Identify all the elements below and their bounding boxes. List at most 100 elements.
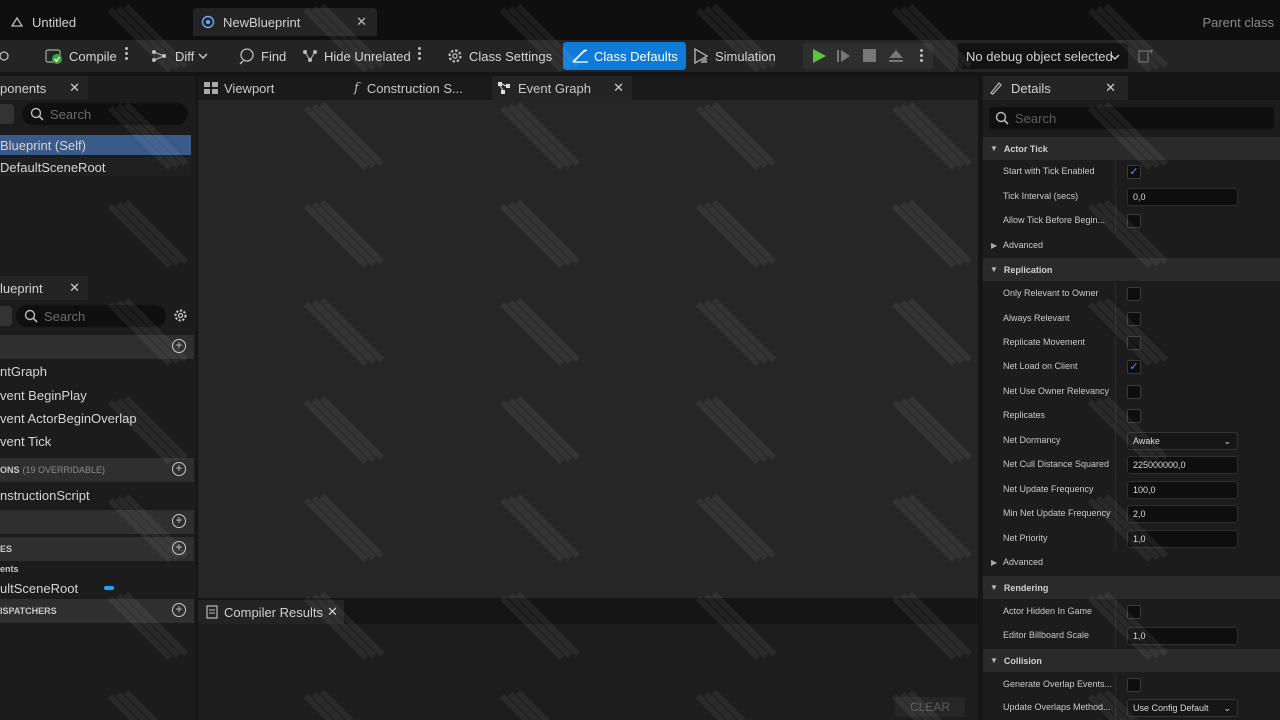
min-net-update-frequency-input[interactable]: 2,0 xyxy=(1127,505,1238,523)
debug-filter-icon[interactable] xyxy=(1138,48,1154,64)
prop-label: Net Load on Client xyxy=(1003,361,1078,371)
stop-icon[interactable] xyxy=(863,49,877,63)
components-search-input[interactable]: Search xyxy=(22,103,188,125)
replicates-checkbox[interactable] xyxy=(1127,409,1141,423)
function-icon: f xyxy=(354,80,359,96)
function-item-construction-script[interactable]: nstructionScript xyxy=(0,488,90,503)
tab-compiler-results[interactable]: Compiler Results ✕ xyxy=(198,600,344,624)
variables-section-header[interactable]: ES + xyxy=(0,537,194,561)
net-dormancy-select[interactable]: Awake ⌄ xyxy=(1127,432,1238,450)
close-icon[interactable]: ✕ xyxy=(327,604,338,620)
net-cull-distance-input[interactable]: 225000000,0 xyxy=(1127,456,1238,474)
hide-unrelated-button[interactable]: Hide Unrelated xyxy=(301,42,411,70)
replicate-movement-checkbox[interactable] xyxy=(1127,336,1141,350)
add-graph-icon[interactable]: + xyxy=(172,339,186,353)
tab-construction-script[interactable]: f Construction S... xyxy=(348,76,494,100)
update-overlaps-method-select[interactable]: Use Config Default ⌄ xyxy=(1127,699,1238,717)
step-icon[interactable] xyxy=(836,48,852,64)
close-icon[interactable]: ✕ xyxy=(613,80,624,96)
tab-untitled-label: Untitled xyxy=(32,14,77,30)
settings-gear-icon[interactable] xyxy=(173,308,188,323)
tick-interval-input[interactable]: 0,0 xyxy=(1127,188,1238,206)
net-update-frequency-input[interactable]: 100,0 xyxy=(1127,481,1238,499)
category-actor-tick[interactable]: ▼ Actor Tick xyxy=(983,137,1280,160)
chevron-down-icon xyxy=(1110,54,1120,60)
start-with-tick-checkbox[interactable]: ✓ xyxy=(1127,165,1141,179)
category-rendering-label: Rendering xyxy=(1003,582,1049,593)
prop-allow-tick-before-begin: Allow Tick Before Begin... xyxy=(983,209,1280,233)
always-relevant-checkbox[interactable] xyxy=(1127,312,1141,326)
allow-tick-before-begin-checkbox[interactable] xyxy=(1127,214,1141,228)
add-function-icon[interactable]: + xyxy=(172,462,186,476)
more-options-icon[interactable] xyxy=(418,47,421,61)
add-macro-icon[interactable]: + xyxy=(172,514,186,528)
compile-button[interactable]: Compile xyxy=(44,42,117,70)
replication-advanced[interactable]: ▶ Advanced xyxy=(983,551,1280,575)
component-self[interactable]: Blueprint (Self) xyxy=(0,135,191,155)
class-settings-button[interactable]: Class Settings xyxy=(446,42,552,70)
divider xyxy=(1115,404,1116,428)
graph-item-begin-play[interactable]: vent BeginPlay xyxy=(0,388,87,403)
prop-label: Editor Billboard Scale xyxy=(1003,630,1090,640)
dispatchers-section-header[interactable]: ISPATCHERS + xyxy=(0,599,194,623)
graphs-section-header[interactable]: + xyxy=(0,335,194,359)
category-rendering[interactable]: ▼ Rendering xyxy=(983,576,1280,599)
tab-new-blueprint[interactable]: NewBlueprint ✕ xyxy=(193,8,377,36)
close-icon[interactable]: ✕ xyxy=(69,280,80,296)
net-use-owner-relevancy-checkbox[interactable] xyxy=(1127,385,1141,399)
only-relevant-to-owner-checkbox[interactable] xyxy=(1127,287,1141,301)
functions-section-header[interactable]: ONS (19 OVERRIDABLE) + xyxy=(0,458,194,482)
net-priority-input[interactable]: 1,0 xyxy=(1127,530,1238,548)
component-default-scene-root[interactable]: DefaultSceneRoot xyxy=(0,157,191,177)
play-options-icon[interactable] xyxy=(920,49,923,63)
play-icon[interactable] xyxy=(811,48,827,64)
graph-item-event-graph[interactable]: ntGraph xyxy=(0,364,47,379)
save-icon[interactable] xyxy=(0,42,19,70)
details-search-input[interactable]: Search xyxy=(989,107,1274,129)
prop-label: Replicate Movement xyxy=(1003,337,1086,347)
graph-item-tick[interactable]: vent Tick xyxy=(0,434,51,449)
close-icon[interactable]: ✕ xyxy=(69,80,80,96)
class-defaults-button[interactable]: Class Defaults xyxy=(563,42,686,70)
variables-components-category[interactable]: ents xyxy=(0,564,19,574)
clear-button[interactable]: CLEAR xyxy=(895,697,965,717)
graph-item-actor-begin-overlap[interactable]: vent ActorBeginOverlap xyxy=(0,411,137,426)
net-load-on-client-checkbox[interactable]: ✓ xyxy=(1127,360,1141,374)
divider xyxy=(1115,673,1116,697)
close-icon[interactable]: ✕ xyxy=(1105,80,1116,96)
event-graph-icon xyxy=(498,82,510,94)
editor-billboard-scale-input[interactable]: 1,0 xyxy=(1127,627,1238,645)
prop-only-relevant-to-owner: Only Relevant to Owner xyxy=(983,282,1280,306)
add-component-button[interactable] xyxy=(0,104,14,124)
tab-untitled[interactable]: Untitled xyxy=(0,8,190,36)
prop-net-cull-distance: Net Cull Distance Squared 225000000,0 xyxy=(983,453,1280,477)
add-variable-icon[interactable]: + xyxy=(172,541,186,555)
tab-components[interactable]: ponents ✕ xyxy=(0,76,88,100)
tab-details[interactable]: Details ✕ xyxy=(983,76,1128,100)
add-new-button[interactable] xyxy=(0,306,12,326)
prop-net-use-owner-relevancy: Net Use Owner Relevancy xyxy=(983,380,1280,404)
event-graph-canvas[interactable] xyxy=(198,100,978,598)
find-button[interactable]: Find xyxy=(238,42,286,70)
debug-object-select[interactable]: No debug object selected xyxy=(958,43,1128,69)
my-blueprint-search-input[interactable]: Search xyxy=(16,305,166,327)
generate-overlap-events-checkbox[interactable] xyxy=(1127,678,1141,692)
simulation-button[interactable]: Simulation xyxy=(692,42,776,70)
add-dispatcher-icon[interactable]: + xyxy=(172,603,186,617)
actor-hidden-in-game-checkbox[interactable] xyxy=(1127,605,1141,619)
prop-replicate-movement: Replicate Movement xyxy=(983,331,1280,355)
close-icon[interactable]: ✕ xyxy=(356,14,367,30)
compile-options-icon[interactable] xyxy=(125,47,128,61)
tab-event-graph[interactable]: Event Graph ✕ xyxy=(492,76,632,100)
compile-check-icon xyxy=(45,49,62,64)
actor-tick-advanced[interactable]: ▶ Advanced xyxy=(983,234,1280,258)
tab-my-blueprint[interactable]: lueprint ✕ xyxy=(0,276,88,300)
tab-viewport[interactable]: Viewport xyxy=(198,76,344,100)
variable-item-default-scene-root[interactable]: ultSceneRoot xyxy=(0,581,78,596)
diff-button[interactable]: Diff xyxy=(150,42,213,70)
category-collision[interactable]: ▼ Collision xyxy=(983,649,1280,672)
category-replication[interactable]: ▼ Replication xyxy=(983,258,1280,281)
eject-icon[interactable] xyxy=(888,48,904,64)
macros-section-header[interactable]: + xyxy=(0,510,194,534)
prop-min-net-update-frequency: Min Net Update Frequency 2,0 xyxy=(983,502,1280,526)
